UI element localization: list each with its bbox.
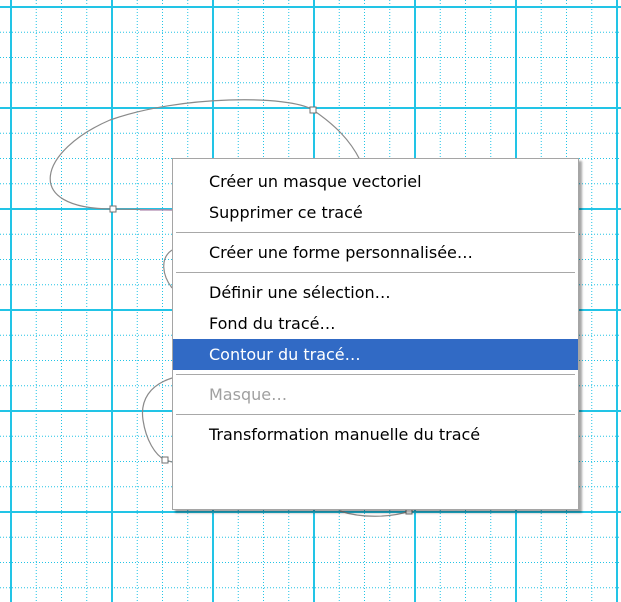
menu-item-create-vector-mask[interactable]: Créer un masque vectoriel <box>173 166 578 197</box>
path-segment-lower <box>141 377 173 463</box>
menu-item-free-transform-path[interactable]: Transformation manuelle du tracé <box>173 419 578 450</box>
context-menu: Créer un masque vectoriel Supprimer ce t… <box>172 158 579 510</box>
path-segment-mid <box>163 249 173 289</box>
menu-item-make-selection[interactable]: Définir une sélection… <box>173 277 578 308</box>
menu-separator <box>173 410 578 419</box>
menu-item-define-custom-shape[interactable]: Créer une forme personnalisée… <box>173 237 578 268</box>
anchor-point <box>161 456 169 464</box>
anchor-point <box>309 106 317 114</box>
menu-item-fill-path[interactable]: Fond du tracé… <box>173 308 578 339</box>
menu-item-stroke-path[interactable]: Contour du tracé… <box>173 339 578 370</box>
menu-separator <box>173 228 578 237</box>
anchor-point <box>109 205 117 213</box>
menu-separator <box>173 268 578 277</box>
menu-item-clipping-path: Masque… <box>209 385 288 404</box>
menu-separator <box>173 370 578 379</box>
menu-item-delete-path[interactable]: Supprimer ce tracé <box>173 197 578 228</box>
